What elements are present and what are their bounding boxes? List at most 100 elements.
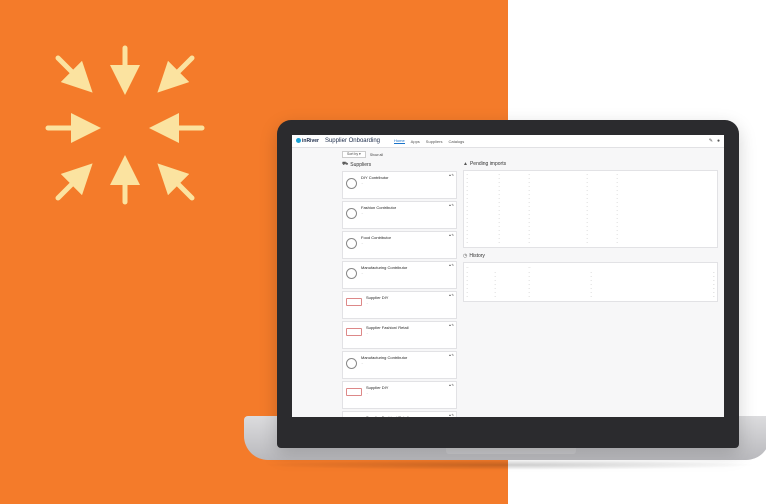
app-title[interactable]: Supplier Onboarding (325, 138, 380, 144)
history-table: ... ... ................................… (463, 262, 718, 302)
supplier-desc: ... (361, 181, 364, 185)
supplier-logo (346, 208, 357, 219)
card-actions-icon[interactable]: ▲✎ (449, 383, 454, 387)
upload-icon: ▲ (463, 161, 468, 167)
logo-text: inRiver (302, 138, 319, 144)
supplier-name: Supplier DIY (366, 385, 389, 390)
card-actions-icon[interactable]: ▲✎ (449, 353, 454, 357)
supplier-card[interactable]: Fashion Contributor... ▲✎ (342, 201, 457, 229)
supplier-card-body: Supplier DIY... (366, 294, 388, 305)
laptop-shadow (258, 460, 758, 470)
supplier-card[interactable]: DIY Contributor... ▲✎ (342, 171, 457, 199)
filter-bar: Sort by ▾ Show all (292, 150, 724, 159)
table-cell: ... (528, 241, 531, 244)
supplier-card[interactable]: Supplier DIY... ▲✎ (342, 381, 457, 409)
edit-icon[interactable]: ✎ (709, 138, 713, 144)
supplier-card-body: Supplier DIY... (366, 384, 388, 395)
supplier-desc: ... (366, 391, 369, 395)
nav-tab-suppliers[interactable]: Suppliers (426, 139, 443, 144)
supplier-logo (346, 238, 357, 249)
clock-icon: ◷ (463, 253, 468, 259)
history-heading: ◷ History (463, 253, 718, 259)
supplier-desc: ... (361, 211, 364, 215)
pending-table: ........................................… (463, 170, 718, 248)
supplier-name: Supplier Fashion/ Retail (366, 415, 408, 417)
table-cell: ... (498, 241, 501, 244)
logo-mark-icon (296, 138, 301, 144)
table-cell: ... (616, 241, 619, 244)
history-row[interactable]: ............... (466, 295, 715, 299)
supplier-card-body: Food Contributor... (361, 234, 391, 245)
supplier-list: DIY Contributor... ▲✎ Fashion Contributor.… (342, 171, 457, 417)
card-actions-icon[interactable]: ▲✎ (449, 233, 454, 237)
supplier-name: DIY Contributor (361, 175, 389, 180)
supplier-name: Supplier Fashion/ Retail (366, 325, 409, 330)
history-cell: ... (494, 295, 497, 298)
supplier-name: Manufacturing Contributor (361, 265, 408, 270)
app-topbar: inRiver Supplier Onboarding Home Apps Su… (292, 135, 724, 148)
supplier-desc: ... (361, 271, 364, 275)
supplier-logo (346, 388, 362, 396)
topbar-actions: ✎ ● (709, 138, 720, 144)
supplier-card[interactable]: Supplier Fashion/ Retail... ▲✎ (342, 321, 457, 349)
supplier-card-body: DIY Contributor... (361, 174, 389, 185)
history-cell: ... (590, 295, 593, 298)
history-title: History (469, 253, 485, 259)
sort-select[interactable]: Sort by ▾ (342, 151, 366, 158)
pending-title: Pending imports (469, 161, 507, 167)
supplier-card[interactable]: Food Contributor... ▲✎ (342, 231, 457, 259)
supplier-desc: ... (366, 331, 369, 335)
card-actions-icon[interactable]: ▲✎ (449, 203, 454, 207)
right-column: ▲ Pending imports ......................… (463, 159, 718, 417)
suppliers-title: Suppliers (350, 161, 372, 168)
card-actions-icon[interactable]: ▲✎ (449, 323, 454, 327)
supplier-card[interactable]: Supplier Fashion/ Retail... ▲✎ (342, 411, 457, 417)
history-header-left: ... (466, 265, 469, 269)
supplier-card-body: Supplier Fashion/ Retail... (366, 324, 408, 335)
converging-arrows-icon (40, 40, 210, 210)
supplier-logo (346, 358, 357, 369)
card-actions-icon[interactable]: ▲✎ (449, 413, 454, 417)
history-cell: ... (712, 295, 715, 298)
truck-icon: ⛟ (342, 161, 349, 167)
pending-heading: ▲ Pending imports (463, 161, 718, 167)
history-header-mid: ... (528, 265, 531, 269)
history-rows: ........................................… (466, 271, 715, 299)
laptop-screen: inRiver Supplier Onboarding Home Apps Su… (292, 135, 724, 417)
suppliers-column: ⛟ Suppliers DIY Contributor... ▲✎ Fashion … (342, 159, 457, 417)
nav-tab-home[interactable]: Home (394, 138, 405, 144)
supplier-card[interactable]: Manufacturing Contributor... ▲✎ (342, 351, 457, 379)
supplier-logo (346, 178, 357, 189)
history-header: ... ... (466, 265, 715, 269)
show-all-button[interactable]: Show all (370, 153, 383, 157)
table-cell: ... (586, 241, 589, 244)
table-cell: ... (466, 241, 469, 244)
app-logo[interactable]: inRiver (296, 138, 319, 144)
history-cell: ... (528, 295, 531, 298)
user-icon[interactable]: ● (717, 138, 720, 144)
supplier-logo (346, 298, 362, 306)
main-content: ⛟ Suppliers DIY Contributor... ▲✎ Fashion … (292, 159, 724, 417)
card-actions-icon[interactable]: ▲✎ (449, 263, 454, 267)
supplier-card-body: Supplier Fashion/ Retail... (366, 414, 408, 417)
supplier-name: Fashion Contributor (361, 205, 397, 210)
supplier-logo (346, 328, 362, 336)
supplier-name: Supplier DIY (366, 295, 389, 300)
supplier-desc: ... (361, 361, 364, 365)
card-actions-icon[interactable]: ▲✎ (449, 293, 454, 297)
card-actions-icon[interactable]: ▲✎ (449, 173, 454, 177)
supplier-desc: ... (366, 301, 369, 305)
nav-tab-apps[interactable]: Apps (411, 139, 420, 144)
table-row[interactable]: ............... (466, 241, 715, 245)
supplier-logo (346, 268, 357, 279)
suppliers-heading: ⛟ Suppliers (342, 161, 457, 168)
supplier-card-body: Fashion Contributor... (361, 204, 396, 215)
supplier-name: Manufacturing Contributor (361, 355, 408, 360)
nav-tab-catalogs[interactable]: Catalogs (448, 139, 464, 144)
supplier-card[interactable]: Manufacturing Contributor... ▲✎ (342, 261, 457, 289)
supplier-name: Food Contributor (361, 235, 392, 240)
supplier-card[interactable]: Supplier DIY... ▲✎ (342, 291, 457, 319)
history-cell: ... (466, 295, 469, 298)
supplier-desc: ... (361, 241, 364, 245)
supplier-card-body: Manufacturing Contributor... (361, 354, 407, 365)
